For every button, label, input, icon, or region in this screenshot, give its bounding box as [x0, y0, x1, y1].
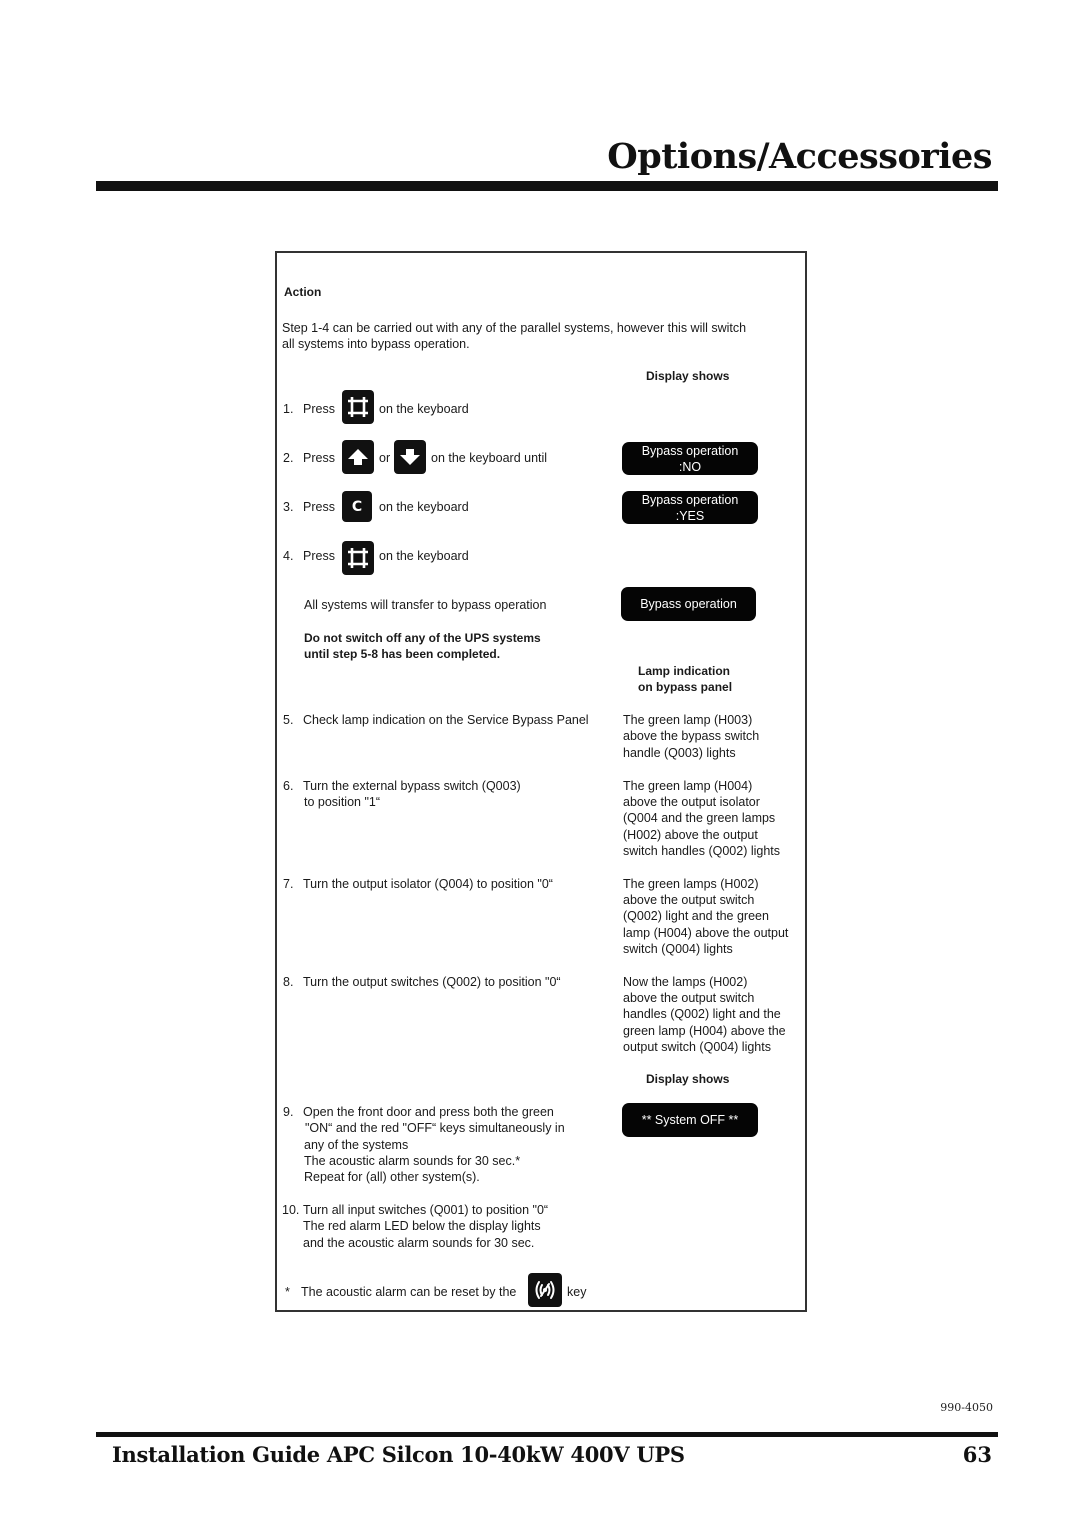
step-3-text: on the keyboard [379, 500, 469, 514]
transfer-note: All systems will transfer to bypass oper… [304, 598, 547, 612]
step-9-line-2: "ON“ and the red "OFF“ keys simultaneous… [305, 1121, 565, 1135]
step-10-line-1: Turn all input switches (Q001) to positi… [303, 1203, 549, 1217]
step-5-action: Check lamp indication on the Service Byp… [303, 713, 589, 727]
step-2-text: on the keyboard until [431, 451, 548, 465]
header-rule [96, 181, 998, 191]
alarm-reset-key-icon [528, 1273, 562, 1307]
step-10-line-2: The red alarm LED below the display ligh… [303, 1219, 541, 1233]
step-3-press: Press [303, 500, 335, 514]
footnote-key-word: key [567, 1285, 587, 1299]
enter-key-icon [342, 541, 374, 575]
step-8-action: Turn the output switches (Q002) to posit… [303, 975, 561, 989]
display-line-1: Bypass operation [641, 492, 739, 507]
up-arrow-key-icon [342, 440, 374, 474]
step-2-press: Press [303, 451, 335, 465]
step-7-action: Turn the output isolator (Q004) to posit… [303, 877, 553, 891]
document-number: 990-4050 [940, 1401, 993, 1414]
step-5-lamp-2: above the bypass switch [623, 729, 760, 743]
down-arrow-key-icon [394, 440, 426, 474]
step-3-number: 3. [283, 500, 294, 514]
intro-line-1: Step 1-4 can be carried out with any of … [282, 321, 747, 335]
step-7-number: 7. [283, 877, 294, 891]
step-4-number: 4. [283, 549, 294, 563]
step-9-line-1: Open the front door and press both the g… [303, 1105, 554, 1119]
c-key-icon: C [342, 491, 372, 522]
display-system-off: ** System OFF ** [622, 1103, 758, 1137]
lamp-heading-line-2: on bypass panel [638, 680, 733, 694]
step-6-lamp-4: (H002) above the output [623, 828, 758, 842]
step-4-press: Press [303, 549, 335, 563]
step-4-text: on the keyboard [379, 549, 469, 563]
display-line-2: :YES [675, 508, 705, 523]
step-2-or: or [379, 451, 391, 465]
step-9-line-5: Repeat for (all) other system(s). [304, 1170, 480, 1184]
action-heading: Action [284, 285, 322, 299]
step-6-lamp-3: (Q004 and the green lamps [623, 811, 776, 825]
step-1-text: on the keyboard [379, 402, 469, 416]
warning-line-1: Do not switch off any of the UPS systems [304, 631, 541, 645]
step-10-line-3: and the acoustic alarm sounds for 30 sec… [303, 1236, 535, 1250]
step-8-lamp-5: output switch (Q004) lights [623, 1040, 771, 1054]
display-bypass-operation: Bypass operation [621, 587, 756, 621]
step-7-lamp-4: lamp (H004) above the output [623, 926, 789, 940]
step-8-lamp-4: green lamp (H004) above the [623, 1024, 786, 1038]
step-6-number: 6. [283, 779, 294, 793]
display-line-2: :NO [678, 459, 702, 474]
step-2-number: 2. [283, 451, 294, 465]
warning-line-2: until step 5-8 has been completed. [304, 647, 501, 661]
enter-key-icon [342, 390, 374, 424]
step-8-lamp-2: above the output switch [623, 991, 755, 1005]
step-1-number: 1. [283, 402, 294, 416]
step-7-lamp-3: (Q002) light and the green [623, 909, 769, 923]
step-6-lamp-1: The green lamp (H004) [623, 779, 753, 793]
page-header-title: Options/Accessories [607, 136, 992, 177]
footnote-text: The acoustic alarm can be reset by the [301, 1285, 517, 1299]
display-shows-heading-2: Display shows [646, 1072, 730, 1086]
step-6-lamp-2: above the output isolator [623, 795, 760, 809]
page-number: 63 [962, 1442, 992, 1467]
display-line-1: ** System OFF ** [641, 1113, 739, 1127]
step-7-lamp-1: The green lamps (H002) [623, 877, 759, 891]
intro-line-2: all systems into bypass operation. [282, 337, 470, 351]
step-9-line-3: any of the systems [304, 1138, 409, 1152]
display-bypass-no: Bypass operation :NO [622, 442, 758, 475]
footnote-marker: * [285, 1285, 290, 1299]
step-7-lamp-5: switch (Q004) lights [623, 942, 733, 956]
display-line-1: Bypass operation [641, 443, 739, 458]
step-5-lamp-1: The green lamp (H003) [623, 713, 753, 727]
display-bypass-yes: Bypass operation :YES [622, 491, 758, 524]
display-shows-heading: Display shows [646, 369, 730, 383]
step-5-number: 5. [283, 713, 294, 727]
step-9-line-4: The acoustic alarm sounds for 30 sec.* [304, 1154, 521, 1168]
step-8-number: 8. [283, 975, 294, 989]
step-6-action-1: Turn the external bypass switch (Q003) [303, 779, 521, 793]
step-9-number: 9. [283, 1105, 294, 1119]
c-key-label: C [351, 498, 363, 515]
step-7-lamp-2: above the output switch [623, 893, 755, 907]
footer-guide-title: Installation Guide APC Silcon 10-40kW 40… [112, 1442, 685, 1467]
step-6-action-2: to position "1“ [304, 795, 381, 809]
step-8-lamp-3: handles (Q002) light and the [623, 1007, 781, 1021]
step-8-lamp-1: Now the lamps (H002) [623, 975, 748, 989]
step-1-press: Press [303, 402, 335, 416]
step-5-lamp-3: handle (Q003) lights [623, 746, 736, 760]
step-10-number: 10. [282, 1203, 300, 1217]
footer-rule [96, 1432, 998, 1437]
lamp-heading-line-1: Lamp indication [638, 664, 731, 678]
display-line-1: Bypass operation [640, 597, 737, 611]
step-6-lamp-5: switch handles (Q002) lights [623, 844, 781, 858]
